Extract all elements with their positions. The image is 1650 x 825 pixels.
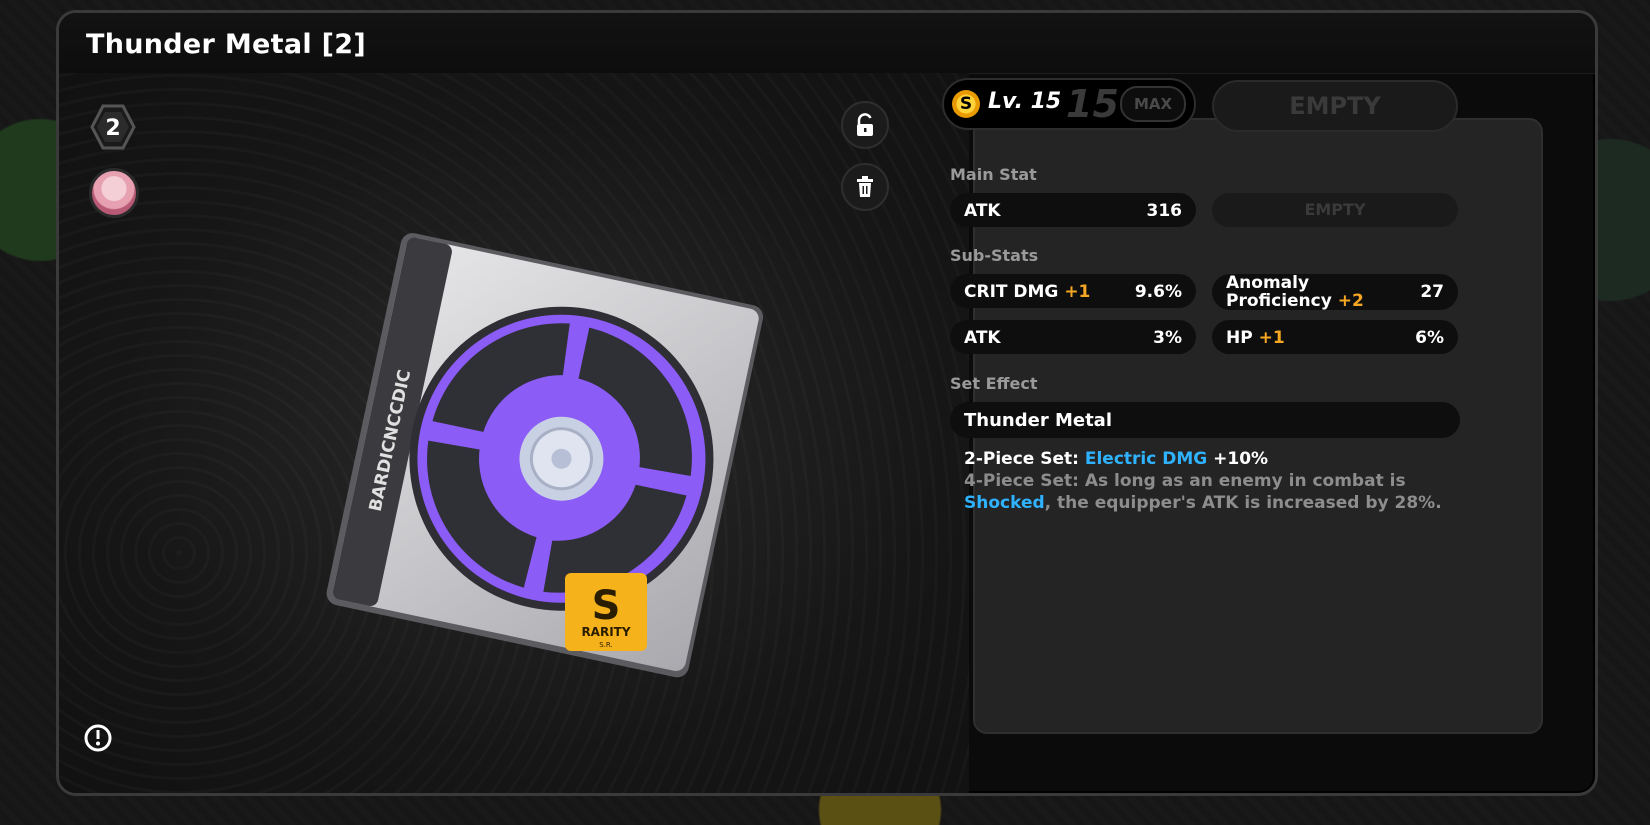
sub-stat-value: 9.6% bbox=[1134, 282, 1182, 302]
four-piece-suffix: , the equipper's ATK is increased by 28%… bbox=[1044, 493, 1442, 513]
sub-stat-value: 27 bbox=[1420, 282, 1444, 302]
title-bar: Thunder Metal [2] bbox=[59, 13, 1595, 74]
sub-stat-bonus: +1 bbox=[1258, 328, 1285, 348]
sub-stat-name: HP bbox=[1226, 328, 1253, 348]
main-stat-name: ATK bbox=[964, 201, 1001, 221]
sub-stat-name: ATK bbox=[964, 328, 1001, 348]
set-effect-heading: Set Effect bbox=[950, 374, 1038, 393]
rarity-label: RARITY bbox=[581, 625, 630, 639]
trash-icon bbox=[857, 176, 873, 197]
sub-stat-bonus: +2 bbox=[1337, 291, 1364, 311]
coin-icon: S bbox=[952, 90, 980, 118]
rarity-letter: S bbox=[592, 583, 621, 629]
two-piece-highlight: Electric DMG bbox=[1084, 449, 1208, 469]
rarity-badge: S RARITY S.R. bbox=[565, 573, 647, 651]
empty-tab[interactable]: EMPTY bbox=[1212, 80, 1458, 132]
unlock-icon bbox=[857, 113, 873, 136]
main-stat-row: ATK 316 bbox=[950, 193, 1196, 227]
main-stat-heading: Main Stat bbox=[950, 165, 1037, 184]
rarity-sub: S.R. bbox=[599, 641, 613, 649]
slot-number-badge: 2 bbox=[90, 104, 136, 150]
four-piece-effect: 4-Piece Set: As long as an enemy in comb… bbox=[964, 470, 1464, 492]
main-stat-empty: EMPTY bbox=[1212, 193, 1458, 227]
sub-stat-bonus: +1 bbox=[1064, 282, 1091, 302]
info-icon[interactable] bbox=[83, 723, 113, 753]
sub-stat-row: HP +1 6% bbox=[1212, 320, 1458, 354]
sub-stat-row: Anomaly Proficiency +2 27 bbox=[1212, 274, 1458, 310]
four-piece-highlight: Shocked bbox=[964, 493, 1045, 513]
two-piece-effect: 2-Piece Set: Electric DMG +10% bbox=[964, 448, 1464, 470]
disc-showcase: 2 BARDICNCCDIC S RARITY S.R. bbox=[59, 73, 969, 793]
two-piece-prefix: 2-Piece Set: bbox=[964, 449, 1085, 469]
delete-button[interactable] bbox=[841, 163, 889, 211]
two-piece-suffix: +10% bbox=[1207, 449, 1269, 469]
sub-stat-row: CRIT DMG +1 9.6% bbox=[950, 274, 1196, 308]
drive-disc-art: BARDICNCCDIC S RARITY S.R. bbox=[326, 233, 764, 678]
four-piece-effect-cont: Shocked, the equipper's ATK is increased… bbox=[964, 492, 1464, 514]
sub-stat-name: Anomaly Proficiency bbox=[1226, 273, 1332, 311]
slot-number: 2 bbox=[105, 116, 120, 141]
sub-stat-name: CRIT DMG bbox=[964, 282, 1059, 302]
lock-button[interactable] bbox=[841, 101, 889, 149]
equipped-agent-avatar[interactable] bbox=[89, 168, 139, 218]
sub-stat-row: ATK 3% bbox=[950, 320, 1196, 354]
max-badge: MAX bbox=[1120, 86, 1186, 122]
level-label: Lv. 15 bbox=[988, 89, 1062, 114]
level-value: 15 bbox=[1066, 82, 1119, 126]
four-piece-prefix: 4-Piece Set: As long as an enemy in comb… bbox=[964, 471, 1406, 491]
set-name: Thunder Metal bbox=[964, 410, 1112, 431]
main-stat-value: 316 bbox=[1146, 201, 1183, 221]
sub-stat-value: 3% bbox=[1153, 328, 1182, 348]
page-title: Thunder Metal [2] bbox=[86, 29, 366, 60]
sub-stats-heading: Sub-Stats bbox=[950, 246, 1039, 265]
set-effect-description: 2-Piece Set: Electric DMG +10% 4-Piece S… bbox=[964, 448, 1464, 514]
sub-stat-value: 6% bbox=[1415, 328, 1444, 348]
level-indicator: S Lv. 15 15 MAX bbox=[942, 78, 1196, 130]
set-name-row: Thunder Metal bbox=[950, 402, 1460, 438]
